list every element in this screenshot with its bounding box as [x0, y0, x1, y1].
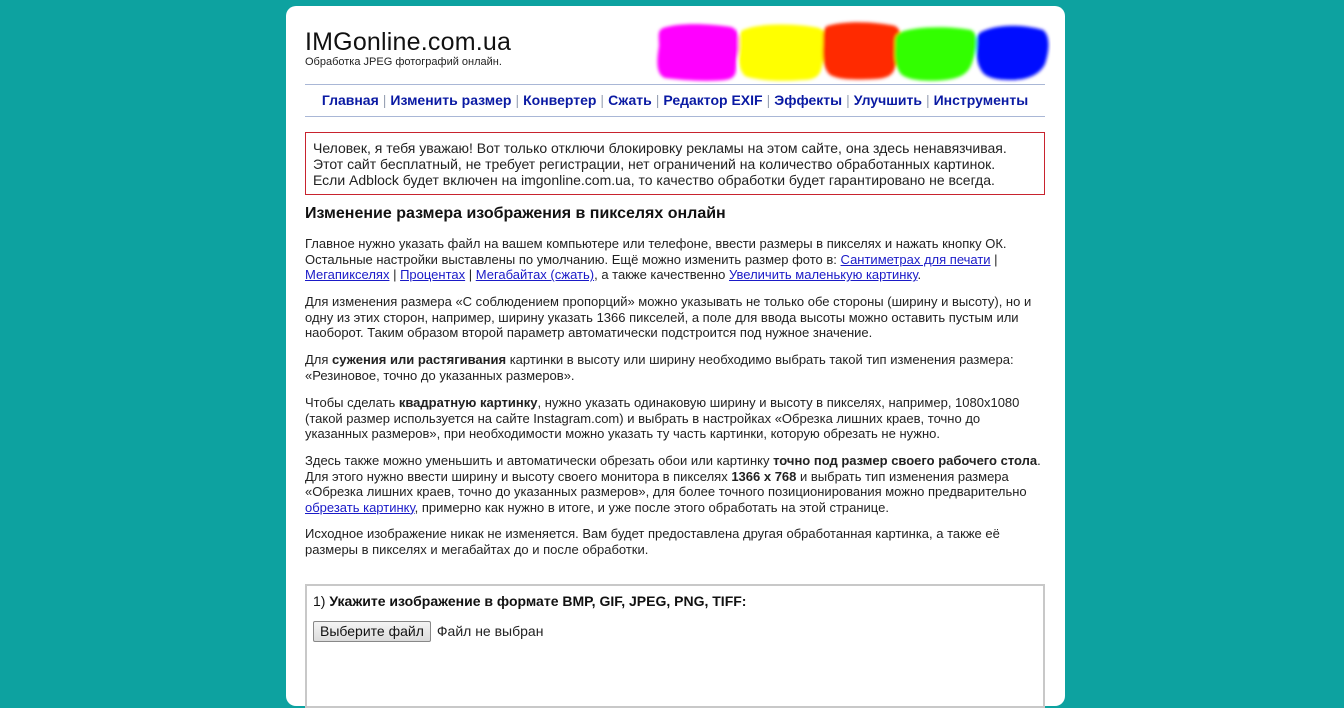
file-status: Файл не выбран	[436, 623, 544, 639]
source-paragraph: Исходное изображение никак не изменяется…	[305, 526, 1043, 557]
paragraph-text: Для изменения размера «С соблюдением про…	[305, 294, 1032, 340]
nav-item-tools[interactable]: Инструменты	[934, 92, 1029, 108]
site-title[interactable]: IMGonline.com.ua	[305, 28, 511, 57]
step-number: 1)	[313, 593, 330, 609]
nav-separator: |	[382, 92, 387, 108]
notice-line: Если Adblock будет включен на imgonline.…	[313, 172, 995, 188]
paragraph-text: , а также качественно	[594, 267, 729, 282]
link-centimeters[interactable]: Сантиметрах для печати	[841, 252, 991, 267]
intro-paragraph: Главное нужно указать файл на вашем комп…	[305, 236, 1043, 283]
blob-magenta	[657, 24, 740, 81]
nav-separator: |	[515, 92, 520, 108]
nav-separator: |	[766, 92, 771, 108]
nav-item-effects[interactable]: Эффекты	[774, 92, 842, 108]
nav-separator: |	[925, 92, 930, 108]
step-text: Укажите изображение в формате BMP, GIF, …	[329, 593, 747, 609]
proportions-paragraph: Для изменения размера «С соблюдением про…	[305, 294, 1043, 341]
choose-file-button[interactable]: Выберите файл	[313, 620, 431, 642]
file-input[interactable]: Выберите файл Файл не выбран	[313, 620, 543, 642]
nav-item-resize[interactable]: Изменить размер	[390, 92, 511, 108]
desktop-paragraph: Здесь также можно уменьшить и автоматиче…	[305, 453, 1043, 515]
notice-line: Человек, я тебя уважаю! Вот только отклю…	[313, 140, 1007, 156]
nav-separator: |	[846, 92, 850, 108]
nav-item-exif-editor[interactable]: Редактор EXIF	[663, 92, 762, 108]
nav-separator: |	[600, 92, 605, 108]
paragraph-bold: квадратную картинку	[398, 395, 538, 410]
main-nav: Главная | Изменить размер | Конвертер | Сжать |…	[305, 84, 1045, 117]
site-tagline: Обработка JPEG фотографий онлайн.	[305, 56, 502, 68]
link-upscale[interactable]: Увеличить маленькую картинку	[729, 267, 918, 282]
nav-item-enhance[interactable]: Улучшить	[854, 92, 922, 108]
paragraph-text: Исходное изображение никак не изменяется…	[305, 526, 1000, 557]
color-blobs-logo	[657, 22, 1049, 81]
paragraph-bold: сужения или растягивания	[332, 352, 507, 367]
paragraph-text: Здесь также можно уменьшить и автоматиче…	[305, 453, 774, 468]
paragraph-text: Чтобы сделать	[305, 395, 399, 410]
adblock-notice: Человек, я тебя уважаю! Вот только отклю…	[305, 132, 1045, 195]
paragraph-bold: 1366 x 768	[731, 468, 797, 484]
upload-step-label: 1) Укажите изображение в формате BMP, GI…	[313, 593, 746, 609]
notice-line: Этот сайт бесплатный, не требует регистр…	[313, 156, 996, 172]
blob-yellow	[738, 24, 828, 81]
paragraph-text: .	[917, 267, 922, 282]
nav-item-compress[interactable]: Сжать	[608, 92, 652, 108]
link-separator: |	[389, 267, 401, 282]
nav-item-converter[interactable]: Конвертер	[523, 92, 596, 108]
page-title: Изменение размера изображения в пикселях…	[305, 205, 726, 222]
link-percent[interactable]: Процентах	[400, 267, 465, 282]
paragraph-bold: точно под размер своего рабочего стола	[773, 453, 1038, 468]
nav-item-home[interactable]: Главная	[322, 92, 379, 108]
paragraph-text: Для	[305, 352, 333, 367]
upload-form: 1) Укажите изображение в формате BMP, GI…	[305, 584, 1045, 708]
content-panel: IMGonline.com.ua Обработка JPEG фотограф…	[286, 6, 1065, 708]
paragraph-text: , примерно как нужно в итоге, и уже посл…	[414, 499, 889, 515]
blob-blue	[976, 25, 1049, 80]
link-megabytes[interactable]: Мегабайтах (сжать)	[476, 267, 594, 282]
link-crop-image[interactable]: обрезать картинку	[305, 500, 415, 515]
blob-green	[894, 27, 977, 81]
stretch-paragraph: Для сужения или растягивания картинки в …	[305, 352, 1043, 383]
link-separator: |	[465, 267, 476, 282]
blob-red	[822, 22, 902, 80]
square-paragraph: Чтобы сделать квадратную картинку, нужно…	[305, 395, 1043, 442]
nav-separator: |	[655, 92, 660, 108]
link-megapixels[interactable]: Мегапикселях	[305, 267, 389, 282]
link-separator: |	[990, 251, 998, 267]
